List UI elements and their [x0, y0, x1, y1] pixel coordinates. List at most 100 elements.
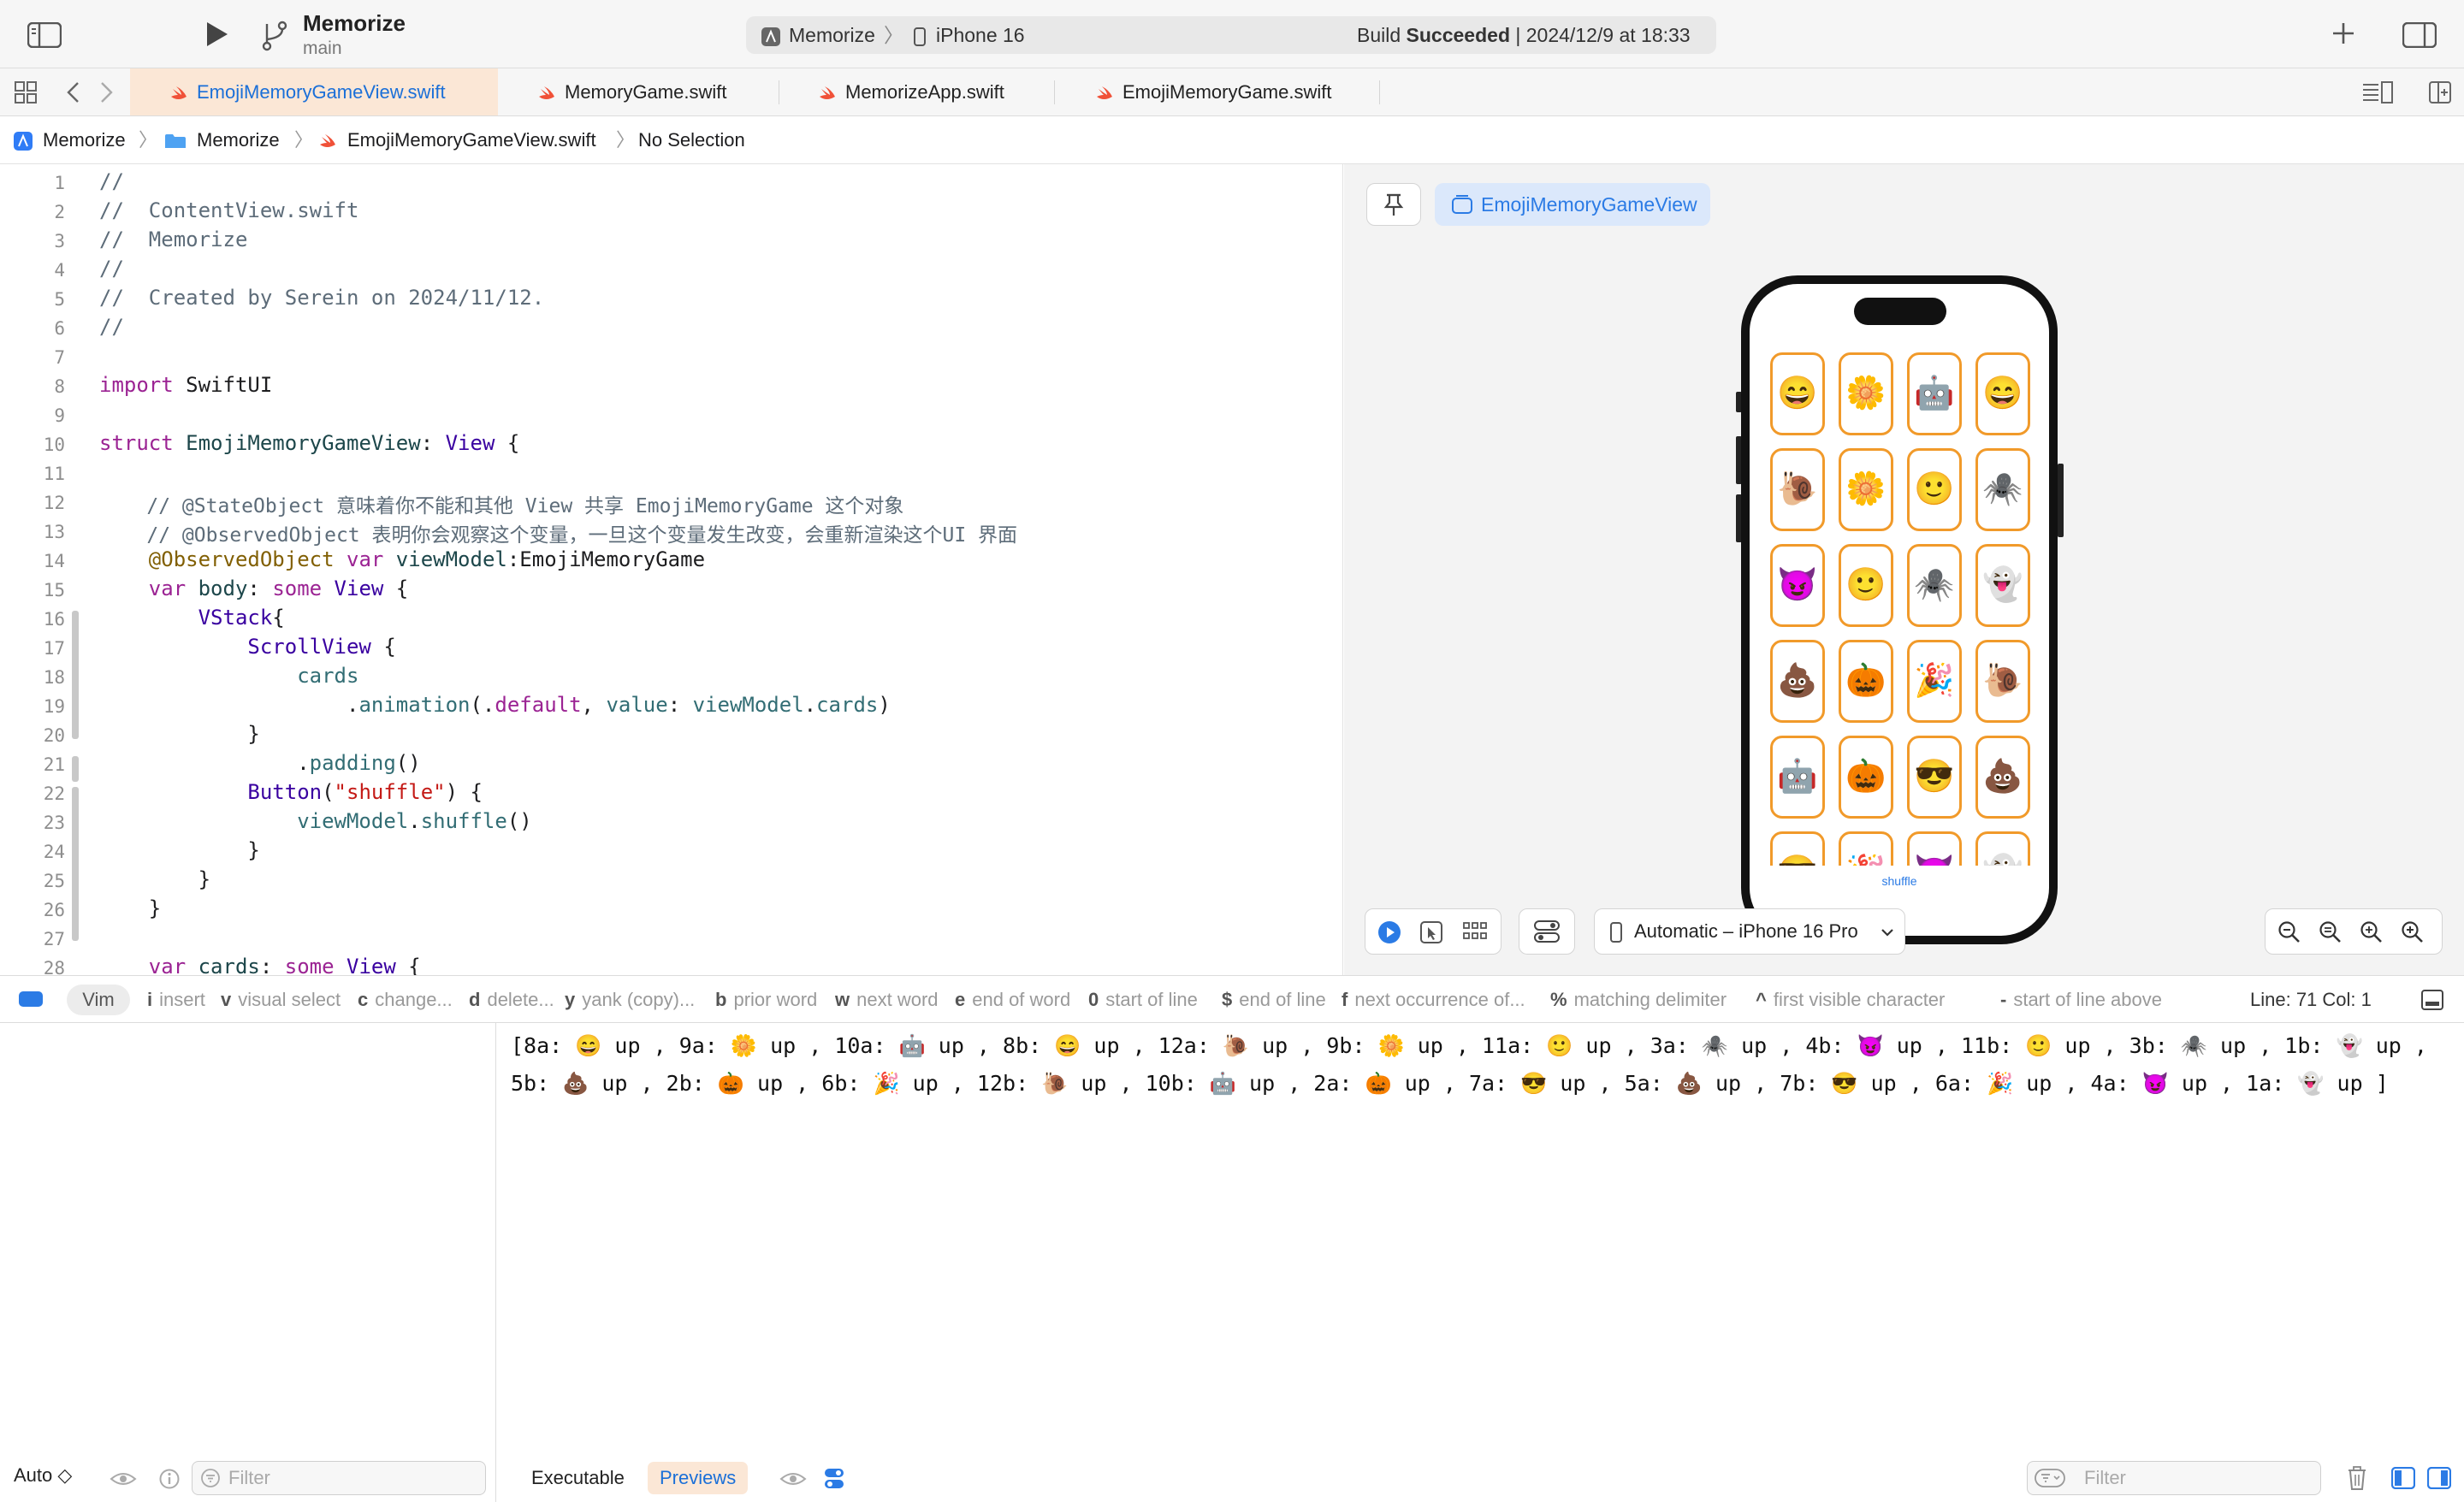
variants-icon[interactable] — [1463, 922, 1487, 943]
memory-card[interactable]: 🕷️ — [1907, 544, 1962, 627]
vim-hint-key: 0 — [1088, 989, 1099, 1010]
scheme-selector[interactable]: Memorize 〉 — [761, 16, 903, 54]
variables-scope-selector[interactable]: Auto ◇ — [14, 1464, 72, 1487]
minimap-toggle-icon[interactable] — [2421, 990, 2443, 1010]
memory-card[interactable]: 🤖 — [1907, 352, 1962, 435]
memory-card[interactable]: 🕷️ — [1975, 448, 2030, 531]
memory-card[interactable]: 🎃 — [1839, 736, 1893, 819]
line-number: 1 — [54, 173, 65, 193]
debug-area-toggle-icon[interactable] — [19, 991, 43, 1007]
memory-card[interactable]: 😈 — [1770, 544, 1825, 627]
source-editor[interactable]: 1 2 3 4 5 6 7 8 9 10 11 12 13 14 15 16 17 18 19 20 21 22 23 24 2… — [0, 164, 1343, 975]
line-number: 24 — [43, 842, 65, 862]
line-number: 27 — [43, 929, 65, 949]
memory-card[interactable]: 😎 — [1907, 736, 1962, 819]
memory-card[interactable]: 🌼 — [1839, 448, 1893, 531]
pin-button[interactable] — [1366, 183, 1421, 226]
line-number: 13 — [43, 522, 65, 542]
live-preview-icon[interactable] — [1377, 920, 1401, 944]
filter-icon — [201, 1469, 220, 1487]
line-number: 22 — [43, 784, 65, 804]
console-filter-field[interactable]: Filter — [2027, 1461, 2321, 1495]
memory-card[interactable]: 🤖 — [1770, 736, 1825, 819]
memory-card[interactable]: 👻 — [1975, 544, 2030, 627]
vim-hint-key: y — [565, 989, 576, 1010]
tab-memorygame[interactable]: MemoryGame.swift — [537, 68, 794, 115]
project-name[interactable]: Memorize — [303, 10, 406, 37]
memory-card[interactable]: 🐌 — [1975, 640, 2030, 723]
forward-icon[interactable] — [99, 80, 115, 104]
app-icon — [14, 132, 33, 151]
shuffle-button[interactable]: shuffle — [1750, 874, 2049, 888]
zoom-in-icon[interactable] — [2401, 920, 2425, 944]
toggle-settings-icon[interactable] — [824, 1468, 844, 1490]
breadcrumb-file[interactable]: EmojiMemoryGameView.swift — [318, 116, 596, 164]
add-icon[interactable] — [2331, 21, 2356, 46]
build-status-result: Succeeded — [1406, 24, 1510, 46]
vim-hint-text: start of line — [1105, 989, 1198, 1010]
swift-icon — [169, 85, 188, 102]
trash-icon[interactable] — [2347, 1466, 2367, 1490]
memory-card[interactable]: 🎉 — [1839, 831, 1893, 866]
tab-memorizeapp[interactable]: MemorizeApp.swift — [818, 68, 1075, 115]
console-executable-tab[interactable]: Executable — [519, 1462, 637, 1494]
memory-card[interactable]: 🎉 — [1907, 640, 1962, 723]
console-view[interactable]: [8a: 😄 up , 9a: 🌼 up , 10a: 🤖 up , 8b: 😄… — [497, 1023, 2464, 1502]
zoom-to-fit-icon[interactable] — [2319, 920, 2343, 944]
memory-card[interactable]: 😄 — [1770, 352, 1825, 435]
code-line-19: .animation(.default, value: viewModel.ca… — [99, 693, 891, 717]
back-icon[interactable] — [65, 80, 80, 104]
split-editor-icon[interactable] — [2428, 80, 2452, 104]
info-icon[interactable] — [159, 1469, 180, 1489]
related-items-icon[interactable] — [14, 80, 38, 104]
memory-card[interactable]: 🙂 — [1907, 448, 1962, 531]
breadcrumb-folder[interactable]: Memorize — [164, 116, 280, 164]
card-scroll-view[interactable]: 😄🌼🤖😄🐌🌼🙂🕷️😈🙂🕷️👻💩🎃🎉🐌🤖🎃😎💩😎🎉😈👻 — [1750, 352, 2049, 866]
vim-hint-item: i insert — [147, 976, 205, 1024]
code-line-8: import SwiftUI — [99, 373, 273, 397]
breadcrumb-selection[interactable]: No Selection — [638, 116, 745, 164]
zoom-out-icon[interactable] — [2277, 920, 2301, 944]
tab-divider — [1379, 80, 1380, 104]
eye-icon[interactable] — [110, 1469, 137, 1488]
memory-card[interactable]: 😄 — [1975, 352, 2030, 435]
show-console-icon[interactable] — [2427, 1467, 2451, 1489]
selectable-mode-icon[interactable] — [1420, 921, 1442, 943]
memory-card[interactable]: 😈 — [1907, 831, 1962, 866]
line-number: 15 — [43, 580, 65, 600]
vim-hint-key: e — [955, 989, 966, 1010]
memory-card[interactable]: 🙂 — [1839, 544, 1893, 627]
destination-selector[interactable]: iPhone 16 — [914, 16, 1025, 54]
view-icon — [1452, 195, 1472, 214]
eye-icon[interactable] — [779, 1469, 807, 1488]
memory-card[interactable]: 😎 — [1770, 831, 1825, 866]
line-number: 23 — [43, 813, 65, 833]
editor-options-icon[interactable] — [2361, 80, 2394, 104]
zoom-actual-size-icon[interactable] — [2360, 920, 2384, 944]
code-line-22: Button("shuffle") { — [99, 780, 483, 804]
show-variables-view-icon[interactable] — [2391, 1467, 2415, 1489]
memory-card[interactable]: 💩 — [1770, 640, 1825, 723]
line-number: 9 — [54, 405, 65, 426]
memory-card[interactable]: 💩 — [1975, 736, 2030, 819]
device-selector[interactable]: Automatic – iPhone 16 Pro — [1594, 908, 1905, 955]
tab-emojimemorygameview[interactable]: EmojiMemoryGameView.swift — [130, 68, 498, 115]
preview-view-selector[interactable]: EmojiMemoryGameView — [1435, 183, 1710, 226]
filter-options-icon — [2035, 1469, 2065, 1487]
run-icon[interactable] — [205, 21, 229, 48]
memory-card[interactable]: 🎃 — [1839, 640, 1893, 723]
sidebar-toggle-icon[interactable] — [27, 22, 62, 48]
memory-card[interactable]: 🌼 — [1839, 352, 1893, 435]
code-line-20: } — [99, 722, 260, 746]
zoom-controls — [2265, 908, 2443, 955]
inspector-toggle-icon[interactable] — [2402, 22, 2437, 48]
line-number: 19 — [43, 696, 65, 717]
breadcrumb-project[interactable]: Memorize — [14, 116, 126, 164]
build-status: Build Succeeded | 2024/12/9 at 18:33 — [1357, 16, 1691, 54]
tab-emojimemorygame[interactable]: EmojiMemoryGame.swift — [1095, 68, 1395, 115]
memory-card[interactable]: 🐌 — [1770, 448, 1825, 531]
console-previews-tab[interactable]: Previews — [648, 1462, 749, 1494]
variables-filter-field[interactable]: Filter — [192, 1461, 486, 1495]
device-settings-button[interactable] — [1519, 908, 1575, 955]
memory-card[interactable]: 👻 — [1975, 831, 2030, 866]
